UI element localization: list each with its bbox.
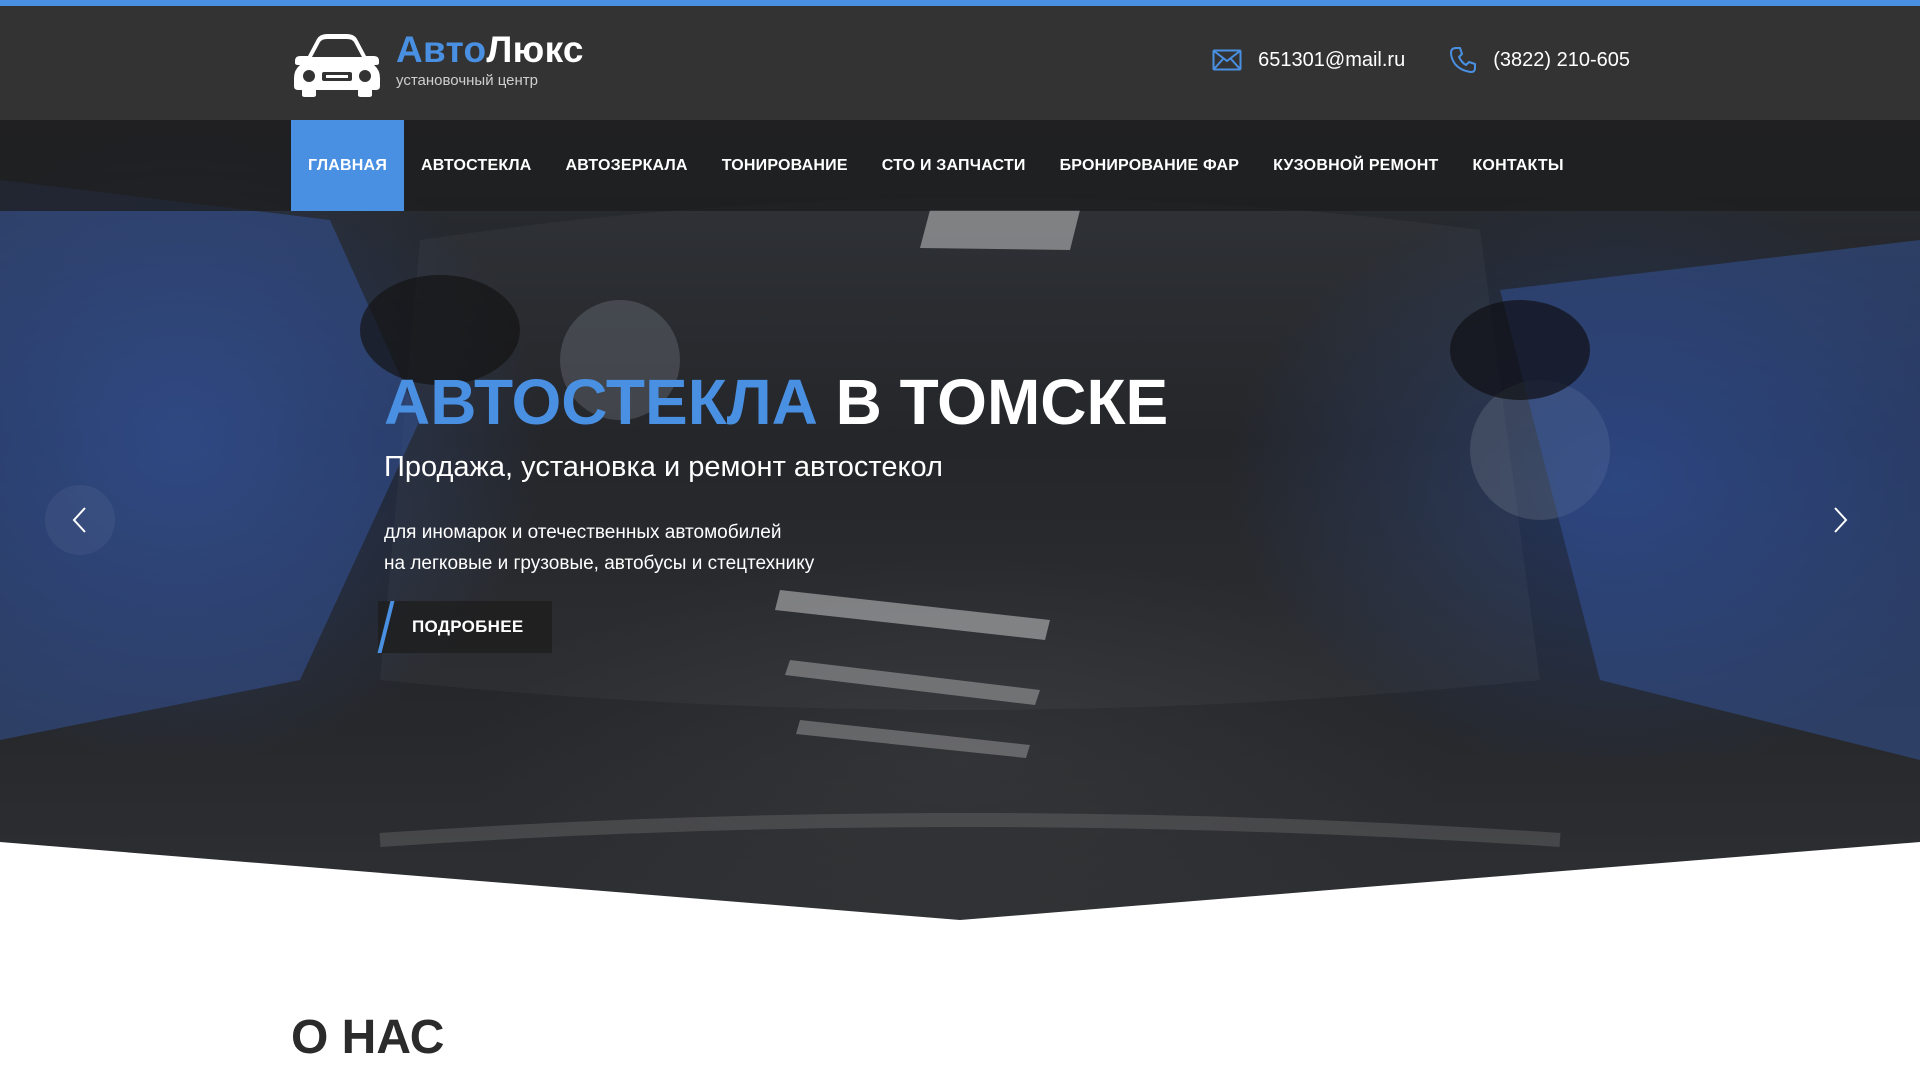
email-link[interactable]: 651301@mail.ru — [1258, 49, 1405, 72]
hero-slider: ГЛАВНАЯ АВТОСТЕКЛА АВТОЗЕРКАЛА ТОНИРОВАН… — [0, 120, 1920, 920]
logo[interactable]: АвтоЛюкс установочный центр — [290, 30, 584, 98]
hero-description-line-2: на легковые и грузовые, автобусы и стецт… — [384, 553, 815, 574]
nav-item-contacts[interactable]: КОНТАКТЫ — [1455, 120, 1580, 211]
about-section-title: О НАС — [291, 1011, 445, 1064]
hero-title-accent: АВТОСТЕКЛА — [384, 366, 818, 438]
nav-list: ГЛАВНАЯ АВТОСТЕКЛА АВТОЗЕРКАЛА ТОНИРОВАН… — [291, 120, 1581, 211]
envelope-icon — [1212, 49, 1242, 71]
phone-contact[interactable]: (3822) 210-605 — [1449, 46, 1630, 74]
chevron-left-icon — [72, 507, 86, 533]
hero-subtitle: Продажа, установка и ремонт автостекол — [384, 451, 943, 483]
slider-next-button[interactable] — [1805, 485, 1875, 555]
nav-item-autoglass[interactable]: АВТОСТЕКЛА — [404, 120, 548, 211]
brand-tagline: установочный центр — [396, 72, 539, 89]
brand-name: АвтоЛюкс — [396, 30, 584, 70]
more-button-label: ПОДРОБНЕЕ — [412, 617, 524, 636]
brand-name-rest: Люкс — [486, 29, 584, 70]
more-button[interactable]: ПОДРОБНЕЕ — [378, 601, 552, 653]
nav-item-mirrors[interactable]: АВТОЗЕРКАЛА — [549, 120, 705, 211]
phone-link[interactable]: (3822) 210-605 — [1493, 49, 1630, 72]
site-header: АвтоЛюкс установочный центр 651301@mail.… — [0, 6, 1920, 120]
email-contact[interactable]: 651301@mail.ru — [1212, 49, 1405, 72]
phone-icon — [1450, 47, 1477, 73]
hero-content: АВТОСТЕКЛА В ТОМСКЕ Продажа, установка и… — [378, 365, 1168, 653]
nav-item-headlight-armor[interactable]: БРОНИРОВАНИЕ ФАР — [1043, 120, 1257, 211]
car-icon — [294, 34, 380, 97]
brand-name-accent: Авто — [396, 29, 487, 70]
hero-description-line-1: для иномарок и отечественных автомобилей — [384, 522, 782, 543]
hero-title-rest: В ТОМСКЕ — [817, 366, 1169, 438]
hero-title: АВТОСТЕКЛА В ТОМСКЕ — [384, 365, 1168, 439]
chevron-right-icon — [1834, 507, 1848, 533]
header-contacts: 651301@mail.ru (3822) 210-605 — [1212, 46, 1630, 74]
main-nav: ГЛАВНАЯ АВТОСТЕКЛА АВТОЗЕРКАЛА ТОНИРОВАН… — [0, 120, 1920, 211]
nav-item-tinting[interactable]: ТОНИРОВАНИЕ — [705, 120, 865, 211]
nav-item-home[interactable]: ГЛАВНАЯ — [291, 120, 405, 211]
hero-description: для иномарок и отечественных автомобилей… — [384, 517, 1168, 579]
nav-item-body-repair[interactable]: КУЗОВНОЙ РЕМОНТ — [1256, 120, 1455, 211]
nav-item-service-parts[interactable]: СТО И ЗАПЧАСТИ — [865, 120, 1043, 211]
slider-prev-button[interactable] — [45, 485, 115, 555]
